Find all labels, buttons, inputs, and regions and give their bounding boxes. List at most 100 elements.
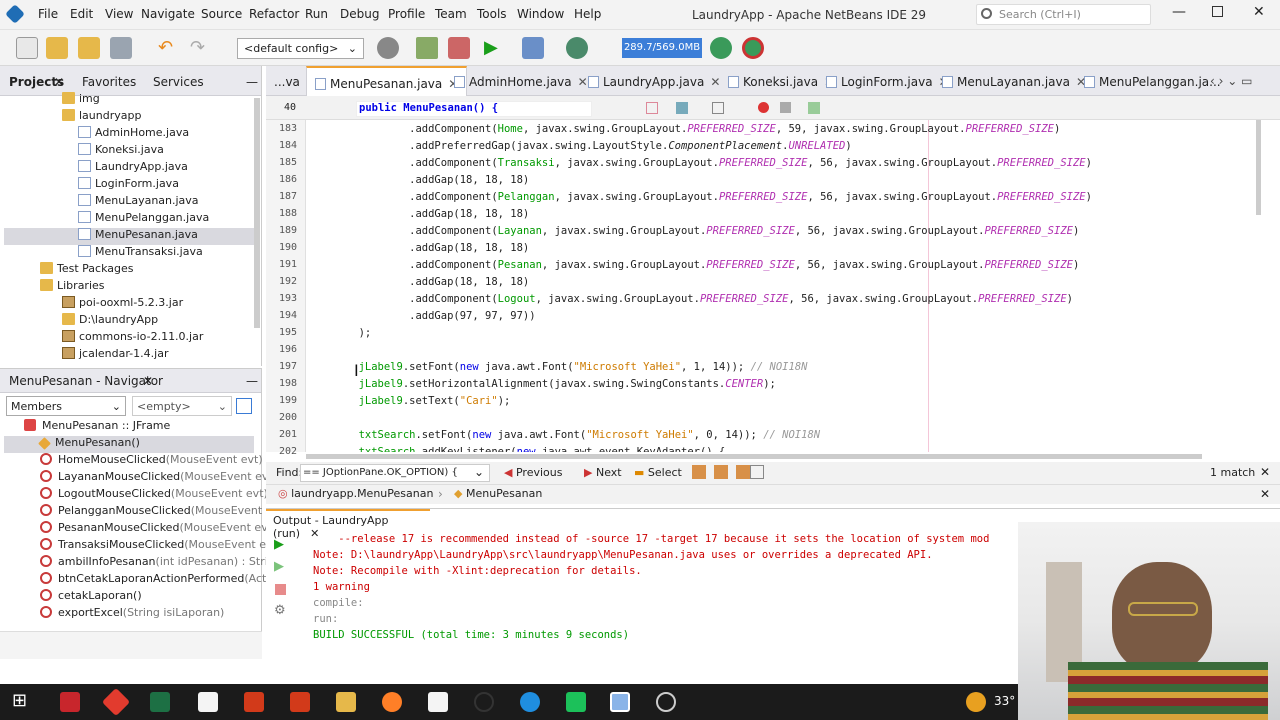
- app-anydesk-icon[interactable]: [101, 687, 131, 717]
- tree-item[interactable]: MenuLayanan.java: [78, 194, 199, 211]
- debug-icon[interactable]: [522, 37, 544, 59]
- minimize-panel-icon[interactable]: —: [246, 374, 258, 388]
- navigator-member[interactable]: HomeMouseClicked(MouseEvent evt): [40, 453, 263, 470]
- menu-help[interactable]: Help: [574, 7, 601, 21]
- web-globe-icon[interactable]: [474, 692, 494, 712]
- menu-refactor[interactable]: Refactor: [249, 7, 299, 21]
- navigator-member[interactable]: exportExcel(String isiLaporan): [40, 606, 224, 623]
- file-icon[interactable]: [198, 692, 218, 712]
- navigator-member[interactable]: PelangganMouseClicked(MouseEvent: [40, 504, 262, 521]
- tab-navigation-icon[interactable]: ‹ › ⌄ ▭: [1210, 74, 1252, 88]
- profile-icon[interactable]: [566, 37, 588, 59]
- new-project-icon[interactable]: [46, 37, 68, 59]
- tree-item[interactable]: MenuTransaksi.java: [78, 245, 203, 262]
- document-icon[interactable]: [428, 692, 448, 712]
- editor-tab[interactable]: AdminHome.java ✕: [446, 66, 596, 96]
- new-file-icon[interactable]: [16, 37, 38, 59]
- minimize-panel-icon[interactable]: —: [246, 75, 258, 89]
- navigator-member[interactable]: btnCetakLaporanActionPerformed(Act: [40, 572, 266, 589]
- stop-profiler-icon[interactable]: [742, 37, 764, 59]
- tree-item[interactable]: img: [62, 92, 100, 109]
- close-tab-icon[interactable]: ✕: [54, 75, 64, 89]
- navigator-member[interactable]: TransaksiMouseClicked(MouseEvent e: [40, 538, 266, 555]
- navigator-member[interactable]: ambilInfoPesanan(int idPesanan) : Strir: [40, 555, 272, 572]
- filter-select[interactable]: <empty> ⌄: [132, 396, 232, 416]
- tree-item[interactable]: Koneksi.java: [78, 143, 164, 160]
- netbeans-taskbar-icon[interactable]: [610, 692, 630, 712]
- tree-item[interactable]: MenuPelanggan.java: [78, 211, 209, 228]
- close-breadcrumb-icon[interactable]: ✕: [1260, 487, 1270, 501]
- comment-icon[interactable]: [808, 102, 820, 114]
- maximize-button[interactable]: [1212, 6, 1223, 17]
- editor-tab[interactable]: MenuLayanan.java ✕: [934, 66, 1094, 96]
- app-fox2-icon[interactable]: [290, 692, 310, 712]
- close-tab-icon[interactable]: ✕: [710, 75, 720, 89]
- find-next-button[interactable]: ▶ Next: [584, 466, 622, 479]
- menu-debug[interactable]: Debug: [340, 7, 379, 21]
- output-tab[interactable]: Output - LaundryApp (run) ✕: [266, 509, 430, 540]
- find-input[interactable]: == JOptionPane.OK_OPTION) {: [300, 464, 490, 482]
- tree-item[interactable]: D:\laundryApp: [62, 313, 158, 330]
- tree-item[interactable]: Libraries: [40, 279, 105, 296]
- windows-start-icon[interactable]: ⊞: [12, 690, 32, 711]
- config-select[interactable]: <default config> ⌄: [237, 38, 364, 59]
- editor-tab[interactable]: MenuPesanan.java✕: [306, 66, 468, 96]
- toggle-bookmark-icon[interactable]: [646, 102, 658, 114]
- highlight-results-icon[interactable]: [750, 465, 764, 479]
- file-explorer-icon[interactable]: [336, 692, 356, 712]
- close-tab-icon[interactable]: ✕: [143, 374, 153, 388]
- edge-icon[interactable]: [520, 692, 540, 712]
- globe-icon[interactable]: [377, 37, 399, 59]
- close-window-button[interactable]: ✕: [1253, 4, 1265, 20]
- tree-item[interactable]: LaundryApp.java: [78, 160, 188, 177]
- editor-horizontal-scrollbar[interactable]: [306, 454, 1202, 459]
- rerun-icon[interactable]: ▶: [274, 537, 284, 552]
- find-select-button[interactable]: ▬ Select: [634, 466, 682, 479]
- find-history-chevron-icon[interactable]: ⌄: [474, 465, 484, 479]
- editor-vertical-scrollbar[interactable]: [1256, 120, 1261, 215]
- app-fox-icon[interactable]: [244, 692, 264, 712]
- tab-favorites[interactable]: Favorites: [82, 75, 136, 89]
- undo-icon[interactable]: ↶: [158, 37, 180, 59]
- members-select[interactable]: Members ⌄: [6, 396, 126, 416]
- github-icon[interactable]: [656, 692, 676, 712]
- tree-item[interactable]: AdminHome.java: [78, 126, 189, 143]
- excel-icon[interactable]: [150, 692, 170, 712]
- firefox-icon[interactable]: [382, 692, 402, 712]
- save-all-icon[interactable]: [110, 37, 132, 59]
- menu-file[interactable]: File: [38, 7, 58, 21]
- tree-item[interactable]: commons-io-2.11.0.jar: [62, 330, 203, 347]
- open-project-icon[interactable]: [78, 37, 100, 59]
- navigator-root[interactable]: MenuPesanan :: JFrame: [10, 419, 170, 436]
- find-previous-button[interactable]: ◀ Previous: [504, 466, 562, 479]
- stop-run-icon[interactable]: [275, 584, 286, 595]
- redo-icon[interactable]: ↷: [190, 37, 212, 59]
- menu-window[interactable]: Window: [517, 7, 564, 21]
- editor-tab[interactable]: LaundryApp.java ✕: [580, 66, 728, 96]
- gc-icon[interactable]: [710, 37, 732, 59]
- rerun-options-icon[interactable]: ▶: [274, 559, 284, 574]
- navigator-member[interactable]: LogoutMouseClicked(MouseEvent evt): [40, 487, 268, 504]
- close-find-icon[interactable]: ✕: [1260, 465, 1270, 479]
- code-editor[interactable]: I .addComponent(Home, javax.swing.GroupL…: [306, 120, 1264, 452]
- stop-macro-icon[interactable]: [780, 102, 791, 113]
- menu-source[interactable]: Source: [201, 7, 242, 21]
- menu-edit[interactable]: Edit: [70, 7, 93, 21]
- shift-left-icon[interactable]: [712, 102, 724, 114]
- navigator-member[interactable]: MenuPesanan(): [4, 436, 254, 453]
- settings-icon[interactable]: ⚙: [274, 603, 286, 618]
- app-green-icon[interactable]: [566, 692, 586, 712]
- navigator-member[interactable]: cetakLaporan(): [40, 589, 142, 606]
- navigator-member[interactable]: PesananMouseClicked(MouseEvent ev: [40, 521, 268, 538]
- find-previous-icon[interactable]: [676, 102, 688, 114]
- breadcrumb-method[interactable]: ◆ MenuPesanan: [454, 487, 542, 500]
- navigator-member[interactable]: LayananMouseClicked(MouseEvent ev: [40, 470, 268, 487]
- tree-item[interactable]: poi-ooxml-5.2.3.jar: [62, 296, 183, 313]
- match-case-icon[interactable]: [692, 465, 706, 479]
- clean-build-icon[interactable]: [448, 37, 470, 59]
- menu-navigate[interactable]: Navigate: [141, 7, 195, 21]
- minimize-button[interactable]: —: [1172, 4, 1186, 20]
- tree-item[interactable]: laundryapp: [62, 109, 141, 126]
- breadcrumb-package[interactable]: ◎ laundryapp.MenuPesanan: [278, 487, 433, 500]
- menu-view[interactable]: View: [105, 7, 133, 21]
